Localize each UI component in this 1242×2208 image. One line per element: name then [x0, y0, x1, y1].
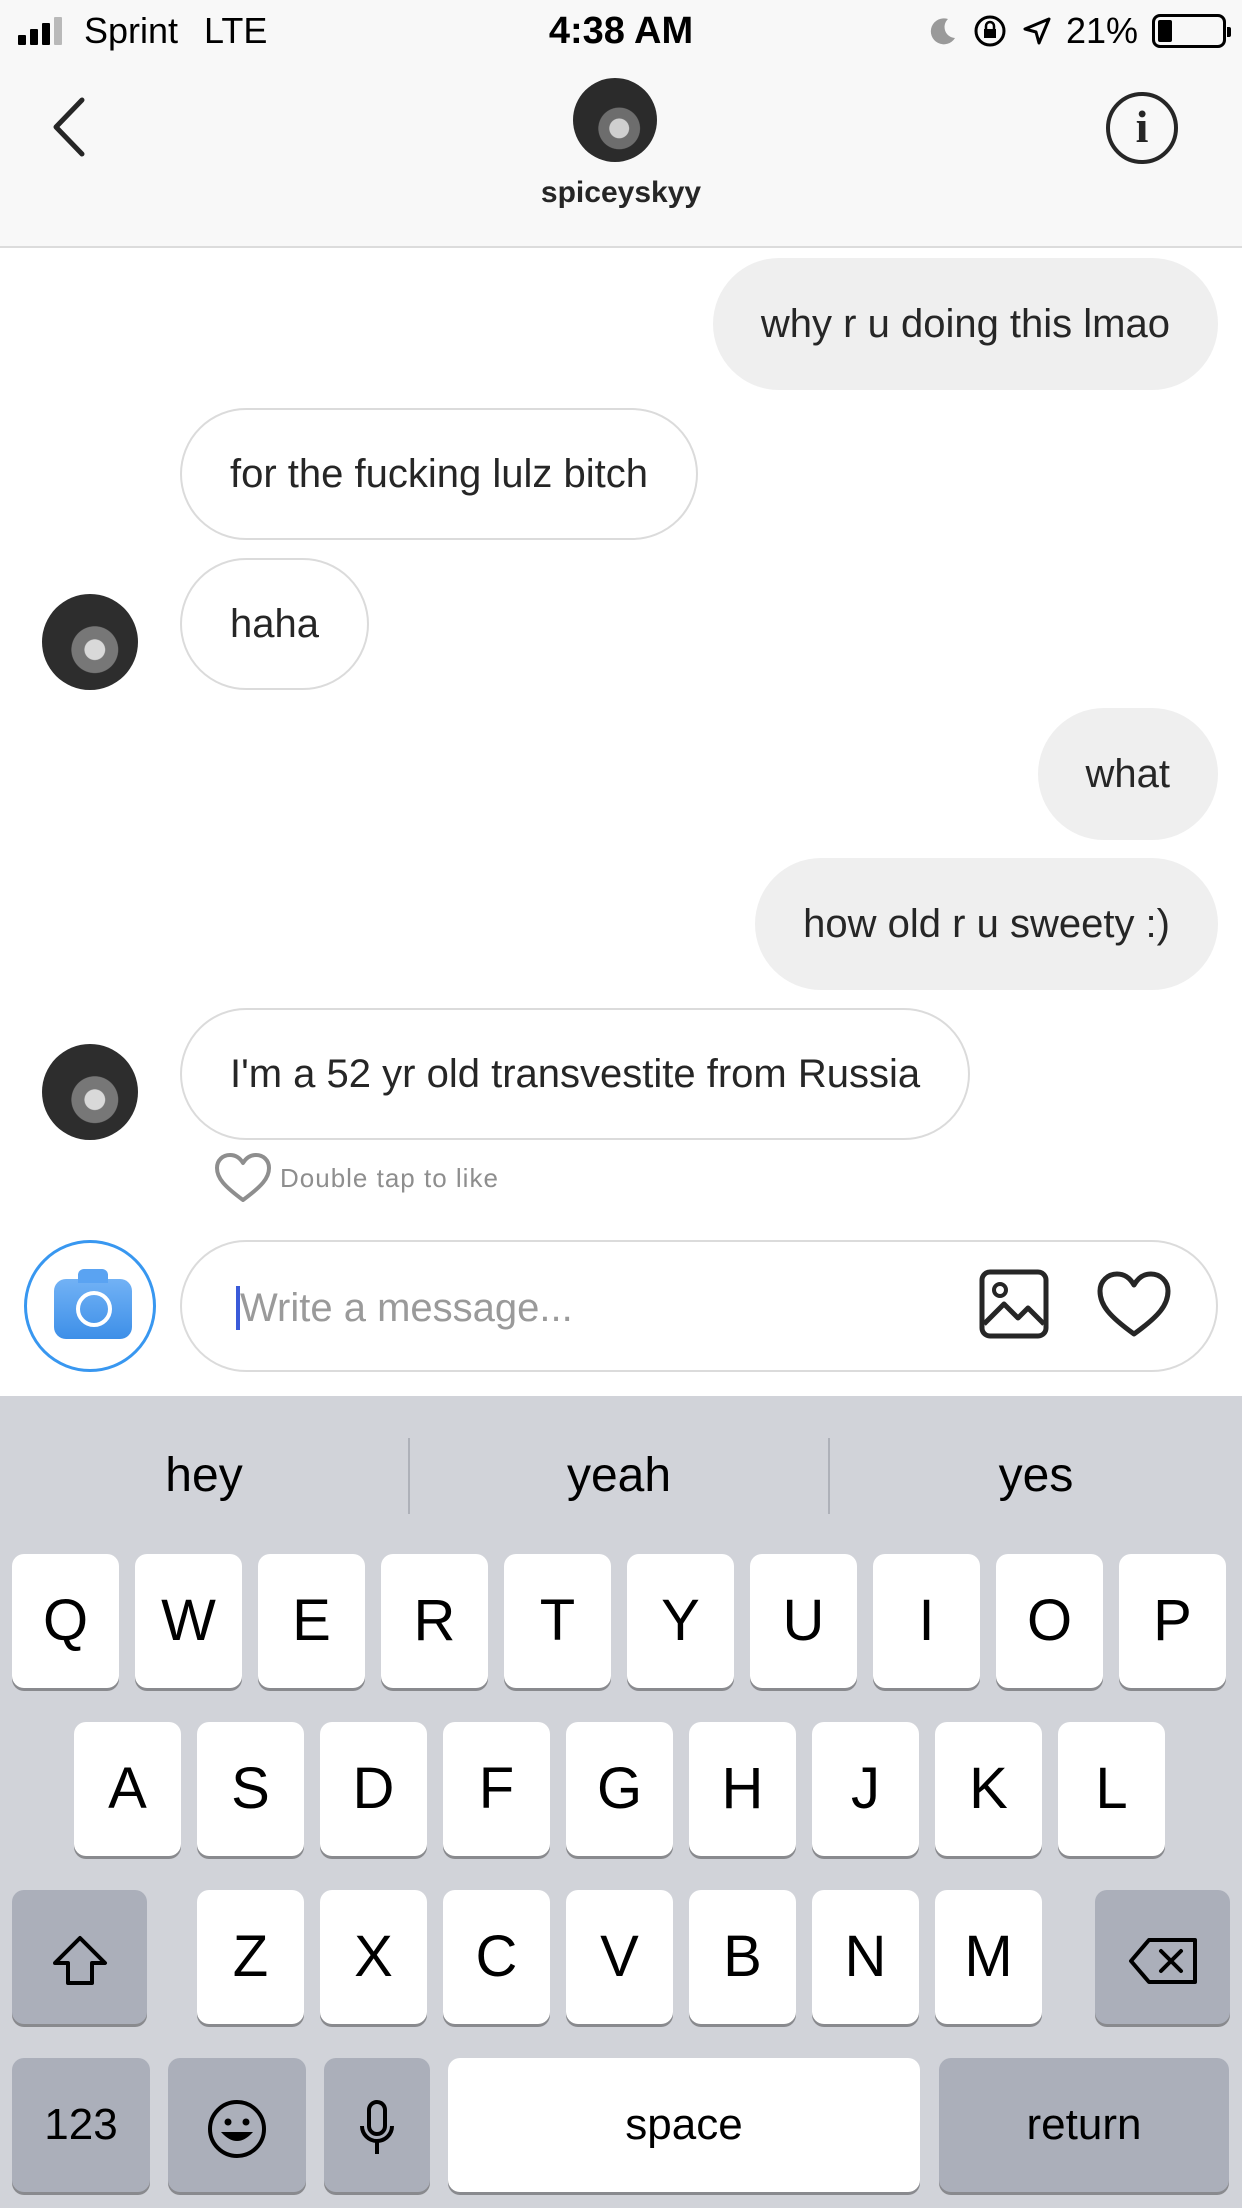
- key-f[interactable]: F: [443, 1722, 550, 1856]
- message-bubble-received[interactable]: I'm a 52 yr old transvestite from Russia: [180, 1008, 971, 1140]
- sender-avatar[interactable]: [42, 1044, 138, 1140]
- key-k[interactable]: K: [935, 1722, 1042, 1856]
- keyboard: hey yeah yes Q W E R T Y U I O P A S D F…: [0, 1396, 1242, 2208]
- gallery-icon[interactable]: [978, 1268, 1050, 1340]
- key-w[interactable]: W: [135, 1554, 242, 1688]
- emoji-icon: [208, 2099, 266, 2158]
- header-username[interactable]: spiceyskyy: [0, 176, 1242, 210]
- key-t[interactable]: T: [504, 1554, 611, 1688]
- message-input[interactable]: [240, 1278, 940, 1338]
- key-p[interactable]: P: [1119, 1554, 1226, 1688]
- key-i[interactable]: I: [873, 1554, 980, 1688]
- message-bubble-sent[interactable]: what: [1037, 708, 1218, 840]
- emoji-key[interactable]: [168, 2058, 306, 2192]
- key-v[interactable]: V: [566, 1890, 673, 2024]
- double-tap-like-hint: Double tap to like: [214, 1152, 499, 1204]
- status-bar: Sprint LTE 4:38 AM 21%: [0, 0, 1242, 64]
- key-e[interactable]: E: [258, 1554, 365, 1688]
- camera-icon: [54, 1269, 132, 1339]
- like-hint-label: Double tap to like: [280, 1162, 499, 1193]
- suggestion-item[interactable]: hey: [0, 1396, 408, 1556]
- key-z[interactable]: Z: [197, 1890, 304, 2024]
- message-composer[interactable]: [180, 1240, 1218, 1372]
- key-s[interactable]: S: [197, 1722, 304, 1856]
- key-d[interactable]: D: [320, 1722, 427, 1856]
- predictive-bar: hey yeah yes: [0, 1396, 1242, 1556]
- moon-icon: [930, 18, 955, 45]
- key-y[interactable]: Y: [627, 1554, 734, 1688]
- microphone-key[interactable]: [324, 2058, 430, 2192]
- key-l[interactable]: L: [1058, 1722, 1165, 1856]
- key-c[interactable]: C: [443, 1890, 550, 2024]
- backspace-icon: [1128, 1937, 1197, 1984]
- key-j[interactable]: J: [812, 1722, 919, 1856]
- back-chevron-icon[interactable]: [44, 92, 104, 162]
- message-bubble-sent[interactable]: why r u doing this lmao: [712, 258, 1218, 390]
- shift-key[interactable]: [12, 1890, 147, 2024]
- suggestion-item[interactable]: yeah: [410, 1396, 828, 1556]
- key-r[interactable]: R: [381, 1554, 488, 1688]
- header-avatar[interactable]: [573, 78, 657, 162]
- key-n[interactable]: N: [812, 1890, 919, 2024]
- location-arrow-icon: [1023, 17, 1051, 45]
- key-x[interactable]: X: [320, 1890, 427, 2024]
- return-key[interactable]: return: [939, 2058, 1229, 2192]
- key-b[interactable]: B: [689, 1890, 796, 2024]
- key-h[interactable]: H: [689, 1722, 796, 1856]
- key-m[interactable]: M: [935, 1890, 1042, 2024]
- key-u[interactable]: U: [750, 1554, 857, 1688]
- suggestion-item[interactable]: yes: [830, 1396, 1242, 1556]
- battery-percent: 21%: [1065, 10, 1138, 51]
- shift-icon: [52, 1935, 107, 1985]
- message-bubble-received[interactable]: for the fucking lulz bitch: [180, 408, 698, 540]
- sender-avatar[interactable]: [42, 594, 138, 690]
- key-q[interactable]: Q: [12, 1554, 119, 1688]
- camera-button[interactable]: [24, 1240, 156, 1372]
- heart-icon[interactable]: [1096, 1270, 1172, 1340]
- conversation-header: spiceyskyy i: [0, 64, 1242, 248]
- info-icon[interactable]: i: [1106, 92, 1178, 164]
- space-key[interactable]: space: [448, 2058, 920, 2192]
- message-bubble-received[interactable]: haha: [180, 558, 369, 690]
- battery-icon: [1152, 14, 1231, 48]
- heart-outline-icon: [215, 1153, 271, 1202]
- numbers-key[interactable]: 123: [12, 2058, 150, 2192]
- backspace-key[interactable]: [1095, 1890, 1230, 2024]
- key-a[interactable]: A: [74, 1722, 181, 1856]
- message-bubble-sent[interactable]: how old r u sweety :): [755, 858, 1218, 990]
- microphone-icon: [360, 2099, 394, 2154]
- rotation-lock-icon: [974, 15, 1006, 47]
- key-g[interactable]: G: [566, 1722, 673, 1856]
- key-o[interactable]: O: [996, 1554, 1103, 1688]
